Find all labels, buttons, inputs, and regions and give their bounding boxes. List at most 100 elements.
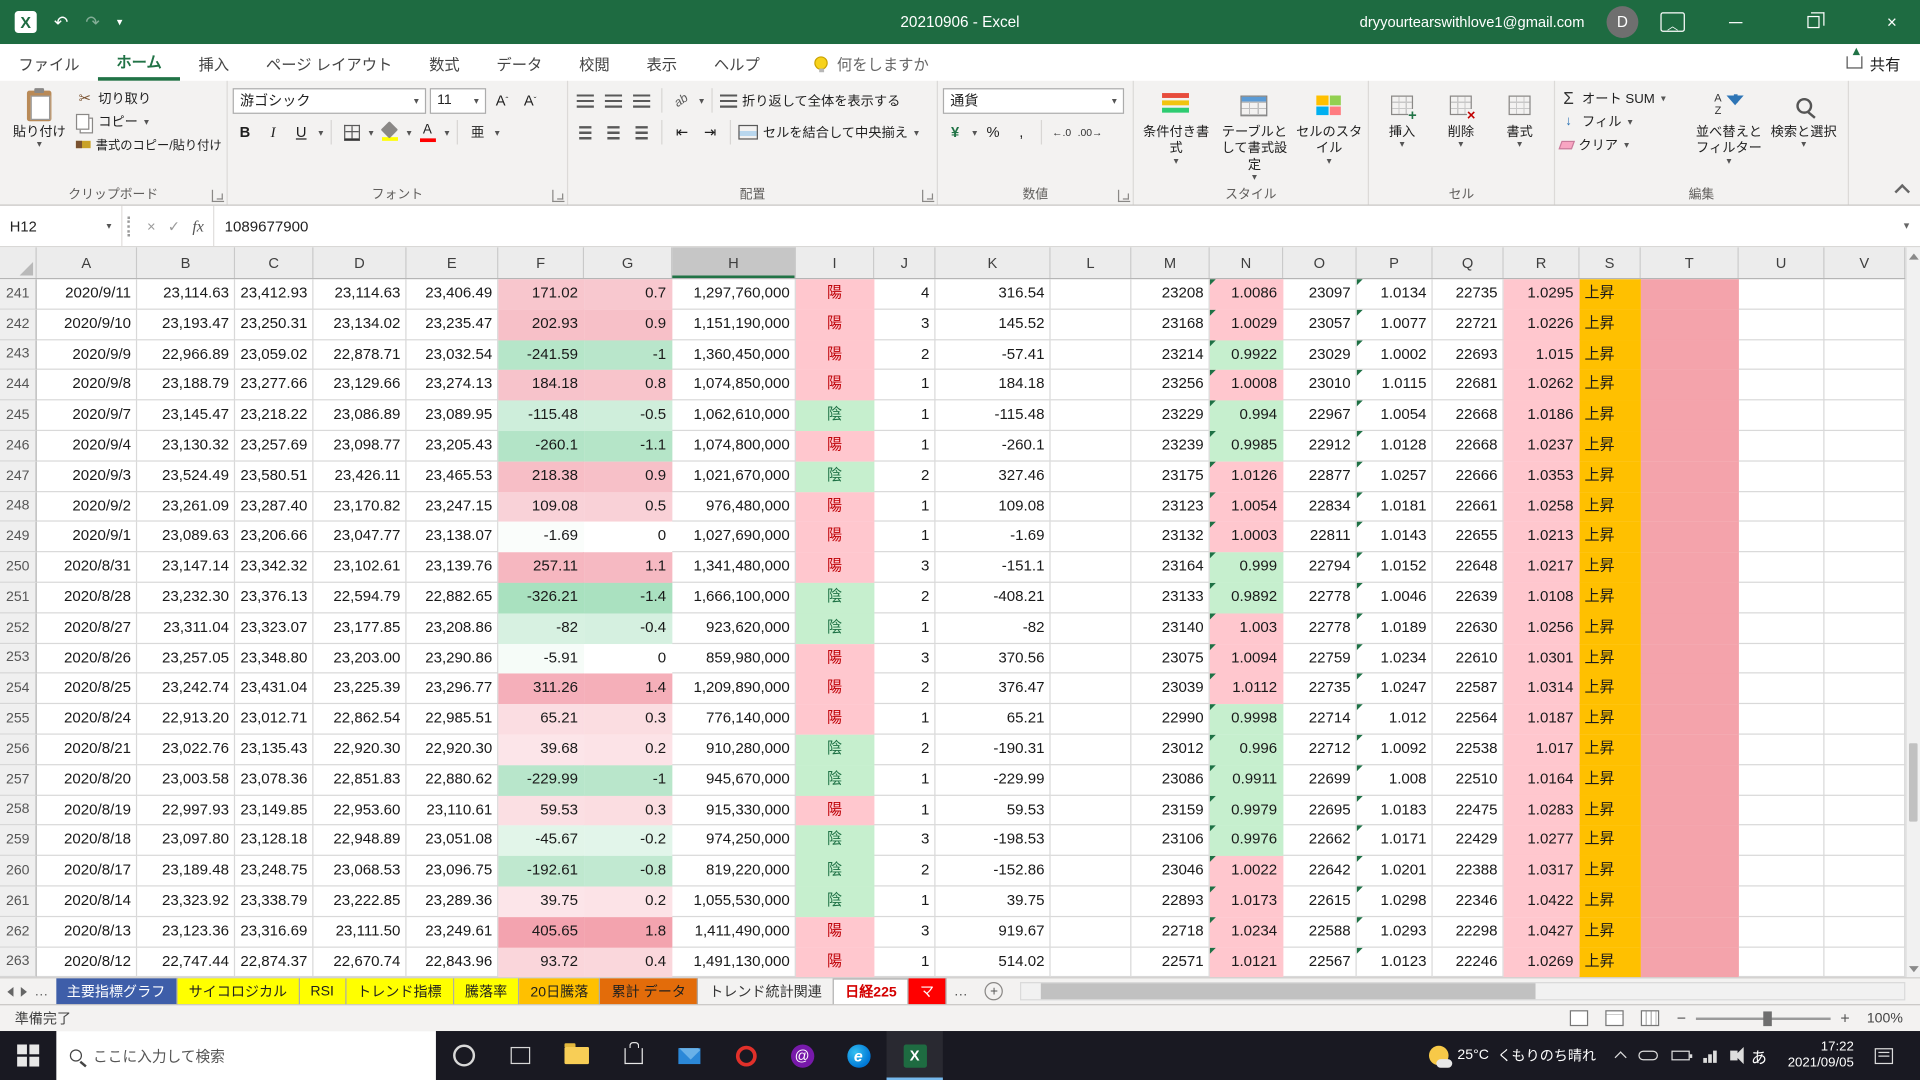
cancel-entry-icon[interactable]: × <box>147 217 156 234</box>
cell-F253[interactable]: -5.91 <box>498 644 584 674</box>
cell-U253[interactable] <box>1739 644 1825 674</box>
cell-C248[interactable]: 23,287.40 <box>235 492 313 522</box>
mail-button[interactable] <box>661 1031 717 1080</box>
cell-Q243[interactable]: 22693 <box>1433 340 1504 370</box>
cell-G246[interactable]: -1.1 <box>584 431 672 461</box>
cell-P263[interactable]: 1.0123 <box>1357 947 1433 977</box>
cell-V248[interactable] <box>1824 492 1905 522</box>
tell-me-search[interactable]: 何をしますか <box>815 44 929 81</box>
cell-F256[interactable]: 39.68 <box>498 735 584 765</box>
cell-U252[interactable] <box>1739 613 1825 643</box>
cell-I243[interactable]: 陽 <box>796 340 874 370</box>
cell-F262[interactable]: 405.65 <box>498 917 584 947</box>
cell-Q261[interactable]: 22346 <box>1433 886 1504 916</box>
cell-S262[interactable]: 上昇 <box>1580 917 1641 947</box>
column-header-O[interactable]: O <box>1283 247 1356 278</box>
cell-O258[interactable]: 22695 <box>1283 795 1356 825</box>
cell-D259[interactable]: 22,948.89 <box>313 826 406 856</box>
cell-Q241[interactable]: 22735 <box>1433 279 1504 309</box>
cell-V257[interactable] <box>1824 765 1905 795</box>
taskbar-search-input[interactable]: ここに入力して検索 <box>56 1031 436 1080</box>
cell-P242[interactable]: 1.0077 <box>1357 310 1433 340</box>
battery-icon[interactable] <box>1672 1051 1690 1061</box>
cell-D257[interactable]: 22,851.83 <box>313 765 406 795</box>
cell-F258[interactable]: 59.53 <box>498 795 584 825</box>
column-header-G[interactable]: G <box>584 247 672 278</box>
cell-O262[interactable]: 22588 <box>1283 917 1356 947</box>
cell-D260[interactable]: 23,068.53 <box>313 856 406 886</box>
cell-V258[interactable] <box>1824 795 1905 825</box>
cell-S259[interactable]: 上昇 <box>1580 826 1641 856</box>
select-all-corner[interactable] <box>0 247 37 278</box>
cell-F245[interactable]: -115.48 <box>498 401 584 431</box>
sheet-overflow-left[interactable]: … <box>34 984 48 999</box>
cell-J258[interactable]: 1 <box>874 795 935 825</box>
cell-K247[interactable]: 327.46 <box>936 461 1051 491</box>
ribbon-tab-挿入[interactable]: 挿入 <box>180 44 247 81</box>
cell-H250[interactable]: 1,341,480,000 <box>672 552 796 582</box>
cell-Q249[interactable]: 22655 <box>1433 522 1504 552</box>
name-box[interactable]: H12▾ <box>0 206 122 246</box>
align-right-button[interactable] <box>629 120 653 144</box>
sheet-tab[interactable]: トレンド指標 <box>346 978 454 1004</box>
cell-L260[interactable] <box>1051 856 1132 886</box>
cell-H251[interactable]: 1,666,100,000 <box>672 583 796 613</box>
cell-E248[interactable]: 23,247.15 <box>407 492 499 522</box>
cell-R256[interactable]: 1.017 <box>1504 735 1580 765</box>
borders-button[interactable] <box>339 120 363 144</box>
cell-H257[interactable]: 945,670,000 <box>672 765 796 795</box>
wrap-text-button[interactable]: 折り返して全体を表示する <box>720 91 900 111</box>
cell-D241[interactable]: 23,114.63 <box>313 279 406 309</box>
cell-T244[interactable] <box>1641 370 1739 400</box>
cell-V262[interactable] <box>1824 917 1905 947</box>
cell-I251[interactable]: 陰 <box>796 583 874 613</box>
cell-U260[interactable] <box>1739 856 1825 886</box>
cell-E260[interactable]: 23,096.75 <box>407 856 499 886</box>
zoom-slider-thumb[interactable] <box>1763 1011 1772 1026</box>
cell-H255[interactable]: 776,140,000 <box>672 704 796 734</box>
increase-decimal-button[interactable]: ←.0 <box>1049 120 1073 144</box>
cell-G244[interactable]: 0.8 <box>584 370 672 400</box>
cell-O254[interactable]: 22735 <box>1283 674 1356 704</box>
onedrive-cloud-icon[interactable] <box>1639 1051 1659 1061</box>
cell-N246[interactable]: 0.9985 <box>1210 431 1283 461</box>
zoom-in-icon[interactable]: + <box>1840 1009 1849 1027</box>
cell-F242[interactable]: 202.93 <box>498 310 584 340</box>
cell-M243[interactable]: 23214 <box>1131 340 1209 370</box>
cell-F254[interactable]: 311.26 <box>498 674 584 704</box>
ribbon-display-options-icon[interactable]: ︿ <box>1660 12 1684 32</box>
cell-L251[interactable] <box>1051 583 1132 613</box>
cell-I241[interactable]: 陽 <box>796 279 874 309</box>
cell-C241[interactable]: 23,412.93 <box>235 279 313 309</box>
cell-B242[interactable]: 23,193.47 <box>137 310 235 340</box>
cell-K256[interactable]: -190.31 <box>936 735 1051 765</box>
cell-A249[interactable]: 2020/9/1 <box>37 522 137 552</box>
cell-T250[interactable] <box>1641 552 1739 582</box>
cell-R244[interactable]: 1.0262 <box>1504 370 1580 400</box>
vertical-scrollbar-thumb[interactable] <box>1909 744 1918 822</box>
cell-K255[interactable]: 65.21 <box>936 704 1051 734</box>
cell-H254[interactable]: 1,209,890,000 <box>672 674 796 704</box>
align-bottom-button[interactable] <box>629 88 653 112</box>
cell-L241[interactable] <box>1051 279 1132 309</box>
account-email[interactable]: dryyourtearswithlove1@gmail.com <box>1360 13 1585 30</box>
cell-N249[interactable]: 1.0003 <box>1210 522 1283 552</box>
cell-A254[interactable]: 2020/8/25 <box>37 674 137 704</box>
insert-cells-button[interactable]: 挿入▾ <box>1374 86 1430 185</box>
cell-T263[interactable] <box>1641 947 1739 977</box>
cell-I256[interactable]: 陰 <box>796 735 874 765</box>
cell-M257[interactable]: 23086 <box>1131 765 1209 795</box>
cell-H249[interactable]: 1,027,690,000 <box>672 522 796 552</box>
decrease-font-size-button[interactable]: Aˇ <box>518 88 542 112</box>
cell-A250[interactable]: 2020/8/31 <box>37 552 137 582</box>
cell-N248[interactable]: 1.0054 <box>1210 492 1283 522</box>
cell-B259[interactable]: 23,097.80 <box>137 826 235 856</box>
cell-V263[interactable] <box>1824 947 1905 977</box>
cell-C243[interactable]: 23,059.02 <box>235 340 313 370</box>
cell-U256[interactable] <box>1739 735 1825 765</box>
file-explorer-button[interactable] <box>549 1031 605 1080</box>
cell-R245[interactable]: 1.0186 <box>1504 401 1580 431</box>
cell-O259[interactable]: 22662 <box>1283 826 1356 856</box>
cell-D247[interactable]: 23,426.11 <box>313 461 406 491</box>
cell-E247[interactable]: 23,465.53 <box>407 461 499 491</box>
